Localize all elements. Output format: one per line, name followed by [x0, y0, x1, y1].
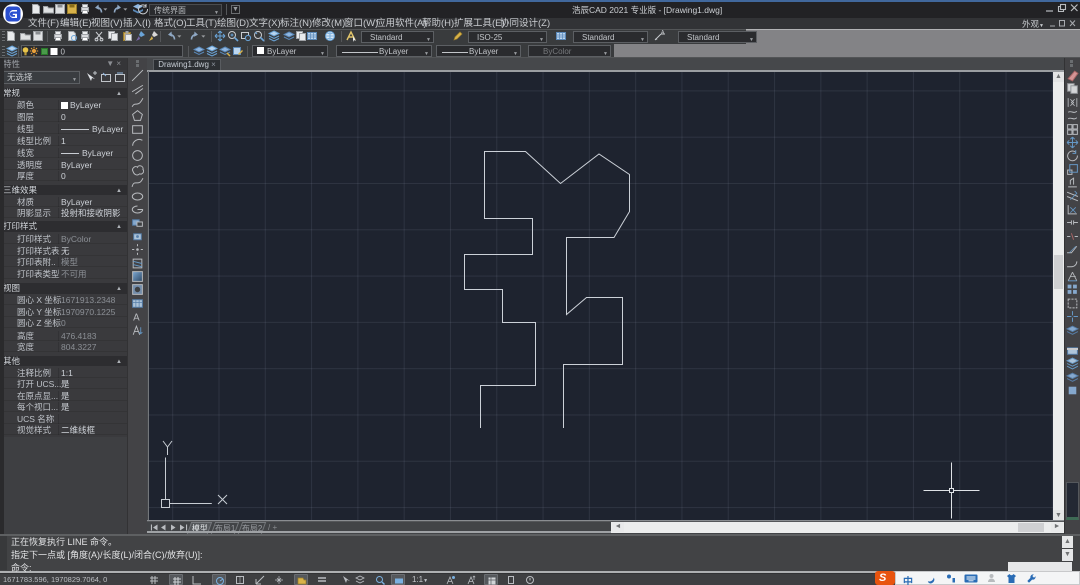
- svg-text:A: A: [661, 30, 665, 36]
- svg-text:A: A: [133, 312, 140, 323]
- svg-text:0: 0: [61, 48, 66, 57]
